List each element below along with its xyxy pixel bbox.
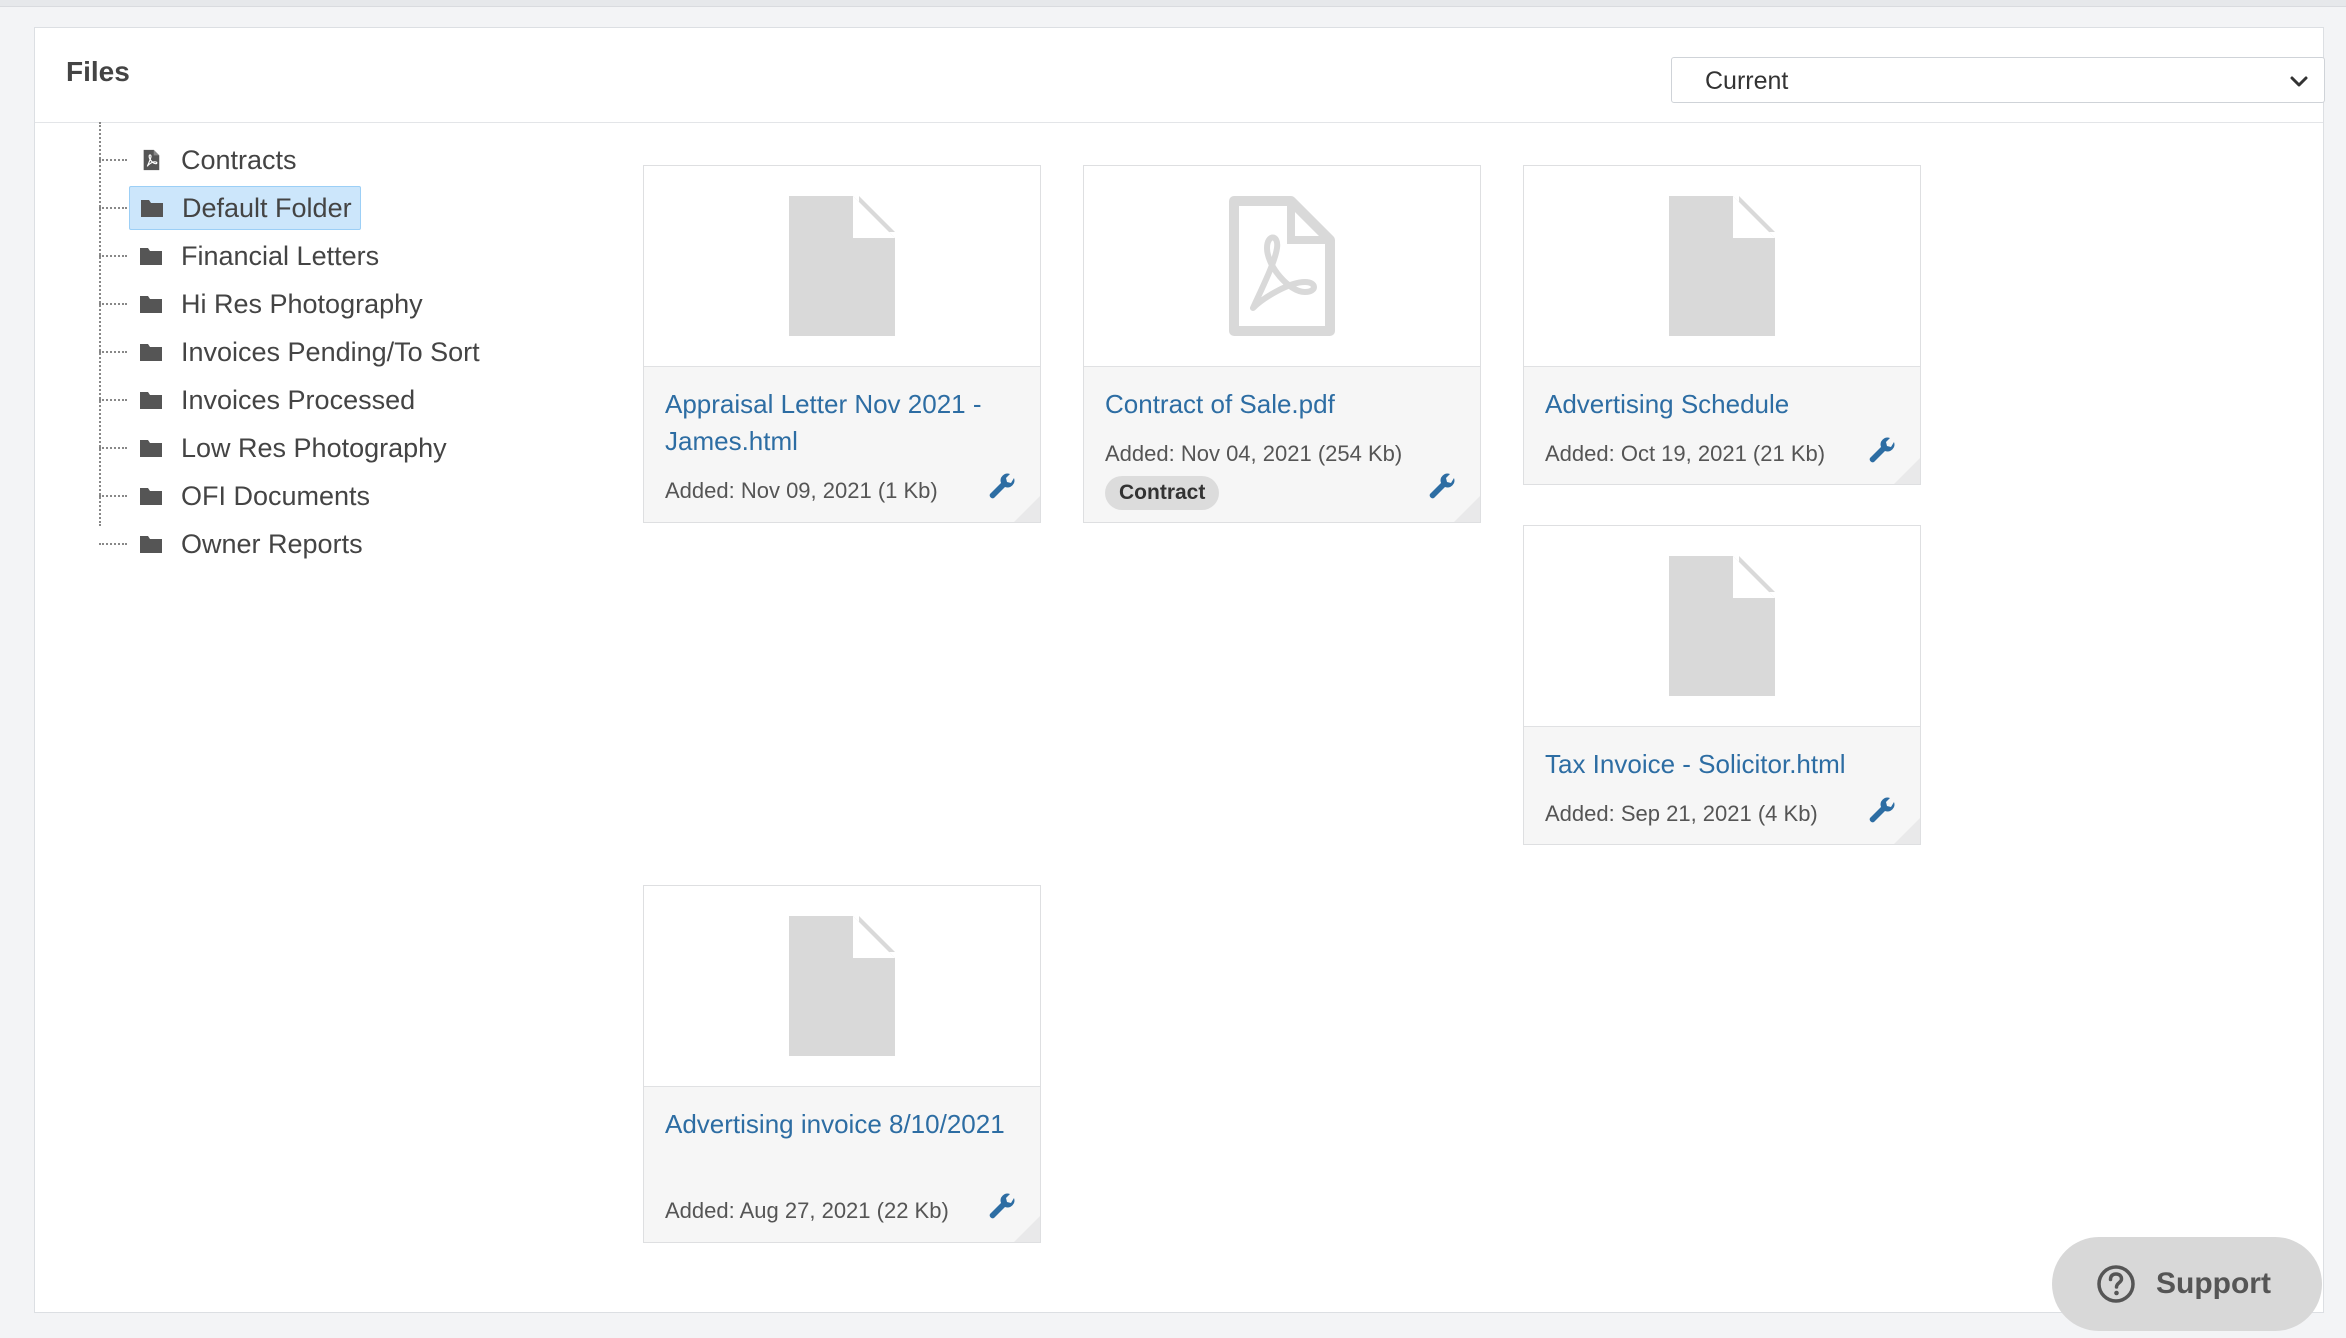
card-corner-fold: [1014, 1216, 1040, 1242]
tree-branch-line: [99, 447, 127, 449]
file-added-meta: Added: Sep 21, 2021 (4 Kb): [1545, 801, 1818, 826]
file-card[interactable]: Advertising Schedule Added: Oct 19, 2021…: [1523, 165, 1921, 485]
support-label: Support: [2156, 1267, 2271, 1300]
file-card[interactable]: Tax Invoice - Solicitor.html Added: Sep …: [1523, 525, 1921, 845]
tree-label: Invoices Pending/To Sort: [181, 336, 480, 367]
document-icon: [789, 916, 895, 1056]
folder-tree: Contracts Default Folder Financial Lette…: [35, 122, 635, 582]
tree-item-financial-letters: Financial Letters: [99, 234, 599, 278]
file-name-link[interactable]: Appraisal Letter Nov 2021 - James.html: [665, 386, 1015, 460]
file-thumbnail[interactable]: [644, 886, 1040, 1087]
file-thumbnail[interactable]: [1524, 526, 1920, 727]
tree-branch-line: [99, 207, 127, 209]
support-button[interactable]: Support: [2052, 1237, 2322, 1331]
tree-label: Low Res Photography: [181, 432, 447, 463]
tree-node-hi-res-photography[interactable]: Hi Res Photography: [129, 282, 431, 326]
folder-icon: [140, 536, 162, 553]
file-name-link[interactable]: Advertising Schedule: [1545, 386, 1895, 423]
tree-branch-line: [99, 303, 127, 305]
files-panel: Files Current Contracts Default Folder F…: [34, 27, 2325, 1313]
card-corner-fold: [1894, 458, 1920, 484]
tree-node-invoices-processed[interactable]: Invoices Processed: [129, 378, 423, 422]
tree-item-default-folder: Default Folder: [99, 186, 599, 230]
file-thumbnail[interactable]: [1084, 166, 1480, 367]
chevron-down-icon: [2290, 76, 2308, 87]
folder-icon: [140, 440, 162, 457]
folder-icon: [141, 200, 163, 217]
card-corner-fold: [1894, 818, 1920, 844]
folder-icon: [140, 248, 162, 265]
file-name-link[interactable]: Tax Invoice - Solicitor.html: [1545, 746, 1895, 783]
file-tag-badge: Contract: [1105, 476, 1220, 510]
folder-icon: [140, 296, 162, 313]
folder-icon: [140, 488, 162, 505]
file-added-meta: Added: Oct 19, 2021 (21 Kb): [1545, 441, 1826, 466]
panel-title: Files: [66, 56, 130, 87]
file-card[interactable]: Advertising invoice 8/10/2021 Added: Aug…: [643, 885, 1041, 1243]
status-filter-select[interactable]: Current: [1671, 57, 2325, 103]
tree-label: Contracts: [181, 144, 297, 175]
top-border: [0, 0, 2346, 7]
tree-label: Financial Letters: [181, 240, 380, 271]
tree-item-ofi-documents: OFI Documents: [99, 474, 599, 518]
tree-branch-line: [99, 351, 127, 353]
file-thumbnail[interactable]: [644, 166, 1040, 367]
tree-node-ofi-documents[interactable]: OFI Documents: [129, 474, 378, 518]
file-name-link[interactable]: Advertising invoice 8/10/2021: [665, 1106, 1015, 1143]
tree-node-contracts[interactable]: Contracts: [129, 138, 305, 182]
file-name-link[interactable]: Contract of Sale.pdf: [1105, 386, 1455, 423]
file-card[interactable]: Appraisal Letter Nov 2021 - James.html A…: [643, 165, 1041, 523]
tree-item-low-res-photography: Low Res Photography: [99, 426, 599, 470]
document-icon: [789, 196, 895, 336]
file-thumbnail[interactable]: [1524, 166, 1920, 367]
tree-item-invoices-processed: Invoices Processed: [99, 378, 599, 422]
file-added-meta: Added: Aug 27, 2021 (22 Kb): [665, 1198, 949, 1223]
document-icon: [1669, 556, 1775, 696]
tree-item-invoices-pending: Invoices Pending/To Sort: [99, 330, 599, 374]
question-circle-icon: [2097, 1265, 2135, 1303]
tree-node-low-res-photography[interactable]: Low Res Photography: [129, 426, 455, 470]
tree-node-invoices-pending[interactable]: Invoices Pending/To Sort: [129, 330, 488, 374]
status-filter-value: Current: [1705, 67, 1789, 95]
tree-label: Owner Reports: [181, 528, 363, 559]
panel-header: Files Current: [35, 28, 2325, 123]
tree-item-hi-res-photography: Hi Res Photography: [99, 282, 599, 326]
tree-branch-line: [99, 159, 127, 161]
pdf-document-icon: [1229, 196, 1335, 336]
folder-icon: [140, 344, 162, 361]
tree-label: OFI Documents: [181, 480, 371, 511]
tree-branch-line: [99, 399, 127, 401]
tree-branch-line: [99, 255, 127, 257]
tree-node-financial-letters[interactable]: Financial Letters: [129, 234, 387, 278]
tree-label: Hi Res Photography: [181, 288, 423, 319]
file-card[interactable]: Contract of Sale.pdf Added: Nov 04, 2021…: [1083, 165, 1481, 523]
card-corner-fold: [1454, 496, 1480, 522]
tree-label: Invoices Processed: [181, 384, 416, 415]
file-added-meta: Added: Nov 04, 2021 (254 Kb): [1105, 441, 1403, 466]
tree-item-contracts: Contracts: [99, 138, 599, 182]
pdf-file-icon: [143, 149, 160, 171]
document-icon: [1669, 196, 1775, 336]
tree-branch-line: [99, 495, 127, 497]
file-added-meta: Added: Nov 09, 2021 (1 Kb): [665, 478, 938, 503]
card-corner-fold: [1014, 496, 1040, 522]
tree-node-default-folder[interactable]: Default Folder: [129, 186, 361, 230]
tree-label: Default Folder: [182, 192, 352, 223]
folder-icon: [140, 392, 162, 409]
tree-branch-line: [99, 543, 127, 545]
tree-node-owner-reports[interactable]: Owner Reports: [129, 522, 371, 566]
tree-item-owner-reports: Owner Reports: [99, 522, 599, 566]
